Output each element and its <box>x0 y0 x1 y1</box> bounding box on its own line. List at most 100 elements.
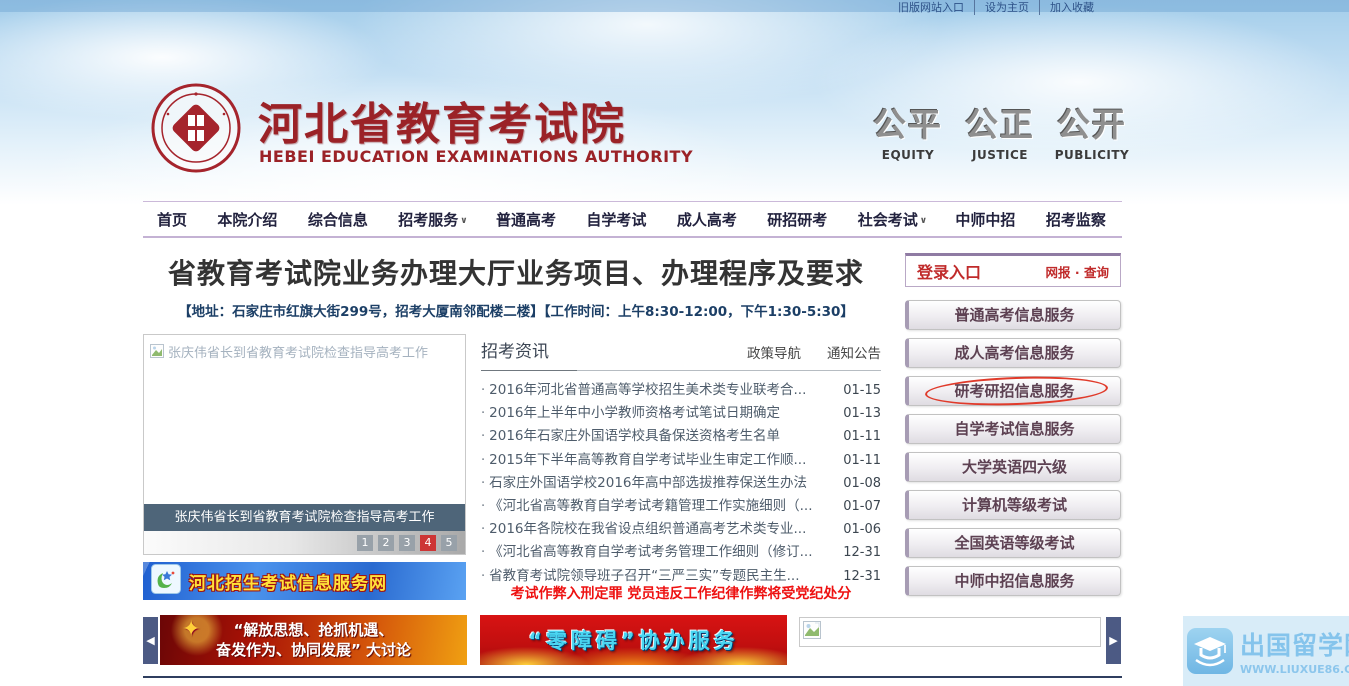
news-date: 12-31 <box>843 545 881 560</box>
news-date: 01-11 <box>843 429 881 444</box>
value-item: 公平 EQUITY <box>870 98 946 162</box>
broken-image-icon <box>803 624 821 643</box>
news-tabs: 招考资讯 政策导航 通知公告 <box>481 337 881 371</box>
top-strip <box>0 0 1349 12</box>
news-title-link[interactable]: 2016年各院校在我省设点组织普通高考艺术类专业... <box>489 517 833 537</box>
value-item: 公正 JUSTICE <box>962 98 1038 162</box>
tab-link[interactable]: 政策导航 <box>747 346 801 362</box>
topbar-link[interactable]: 设为主页 <box>975 0 1040 15</box>
banner-next-button[interactable]: ▶ <box>1106 617 1121 664</box>
value-item: 公开 PUBLICITY <box>1054 98 1130 162</box>
nav-item[interactable]: 首页 <box>157 209 189 230</box>
sidebar-service-button[interactable]: 自学考试信息服务 <box>905 414 1121 444</box>
news-date: 01-13 <box>843 406 881 421</box>
carousel-pager: 12345 <box>144 531 465 554</box>
news-row: · 2016年石家庄外国语学校具备保送资格考生名单 01-11 <box>481 424 881 447</box>
sidebar-service-button[interactable]: 研考研招信息服务 <box>905 376 1121 406</box>
news-row: · 石家庄外国语学校2016年高中部选拔推荐保送生办法 01-08 <box>481 471 881 494</box>
sidebar-buttons: 普通高考信息服务 成人高考信息服务 研考研招信息服务 自学考试信息服务 大学英语… <box>905 300 1121 596</box>
anti-cheating-warning: 考试作弊入刑定罪 党员违反工作纪律作弊将受党纪处分 <box>481 583 881 603</box>
banner-prev-button[interactable]: ◀ <box>143 617 158 664</box>
news-panel: 招考资讯 政策导航 通知公告 · 2016年河北省普通高等学校招生美术类专业联考合… <box>481 337 881 587</box>
hebeeb-logo <box>151 564 181 598</box>
tab-link[interactable]: 通知公告 <box>827 346 881 362</box>
carousel-page-button[interactable]: 4 <box>420 535 436 551</box>
site-seal-logo <box>150 82 242 174</box>
news-row: · 2016年河北省普通高等学校招生美术类专业联考合... 01-15 <box>481 378 881 401</box>
news-row: · 《河北省高等教育自学考试考务管理工作细则（修订... 12-31 <box>481 540 881 563</box>
banner1-line1: “解放思想、抢抓机遇、 <box>234 620 394 640</box>
service-site-title: 河北招生考试信息服务网 <box>189 569 387 594</box>
news-date: 01-08 <box>843 476 881 491</box>
watermark-url: WWW.LIUXUE86.COM <box>1240 663 1349 676</box>
nav-item[interactable]: 中师中招 <box>955 209 1017 230</box>
nav-item[interactable]: 本院介绍 <box>217 209 279 230</box>
carousel-page-button[interactable]: 5 <box>441 535 457 551</box>
carousel-broken-image[interactable]: 张庆伟省长到省教育考试院检查指导高考工作 <box>144 335 465 369</box>
main-nav: 首页 本院介绍 综合信息 招考服务∨ 普通高考 自学考试 成人高考 研招研考 社… <box>143 201 1122 238</box>
nav-item[interactable]: 研招研考 <box>767 209 829 230</box>
broken-image-icon <box>150 343 164 362</box>
bullet-icon: · <box>481 569 485 584</box>
nav-item[interactable]: 成人高考 <box>677 209 739 230</box>
nav-item[interactable]: 招考服务∨ <box>398 209 467 230</box>
nav-item[interactable]: 招考监察 <box>1046 209 1108 230</box>
bottom-divider <box>143 676 1122 678</box>
news-title-link[interactable]: 2016年河北省普通高等学校招生美术类专业联考合... <box>489 378 833 398</box>
sidebar-service-button[interactable]: 成人高考信息服务 <box>905 338 1121 368</box>
sidebar-service-button[interactable]: 大学英语四六级 <box>905 452 1121 482</box>
graduation-cap-icon <box>1187 628 1233 674</box>
carousel-caption[interactable]: 张庆伟省长到省教育考试院检查指导高考工作 <box>144 504 465 531</box>
carousel-page-button[interactable]: 3 <box>399 535 415 551</box>
notice-title-link[interactable]: 省教育考试院业务办理大厅业务项目、办理程序及要求 <box>150 252 882 292</box>
news-date: 01-06 <box>843 522 881 537</box>
news-title-link[interactable]: 2016年上半年中小学教师资格考试笔试日期确定 <box>489 401 833 421</box>
news-title-link[interactable]: 2016年石家庄外国语学校具备保送资格考生名单 <box>489 424 833 444</box>
news-title-link[interactable]: 《河北省高等教育自学考试考籍管理工作实施细则（... <box>489 494 833 514</box>
notice-subtitle: 【地址：石家庄市红旗大街299号，招考大厦南邻配楼二楼】【工作时间：上午8:30… <box>150 300 882 320</box>
topbar-links: 旧版网站入口设为主页加入收藏 <box>888 0 1104 13</box>
news-title-link[interactable]: 《河北省高等教育自学考试考务管理工作细则（修订... <box>489 540 833 560</box>
bullet-icon: · <box>481 476 485 491</box>
sidebar-service-button[interactable]: 全国英语等级考试 <box>905 528 1121 558</box>
news-title-link[interactable]: 省教育考试院领导班子召开“三严三实”专题民主生... <box>489 564 833 584</box>
sidebar-service-button[interactable]: 中师中招信息服务 <box>905 566 1121 596</box>
value-en-text: JUSTICE <box>962 148 1038 162</box>
chevron-down-icon: ∨ <box>460 216 467 226</box>
chevron-down-icon: ∨ <box>920 216 927 226</box>
site-subtitle: HEBEI EDUCATION EXAMINATIONS AUTHORITY <box>259 147 689 166</box>
sidebar-service-button[interactable]: 计算机等级考试 <box>905 490 1121 520</box>
topbar-link[interactable]: 旧版网站入口 <box>888 0 975 15</box>
login-entry-link[interactable]: 登录入口 <box>917 259 981 283</box>
news-row: · 《河北省高等教育自学考试考籍管理工作实施细则（... 01-07 <box>481 494 881 517</box>
news-title-link[interactable]: 石家庄外国语学校2016年高中部选拔推荐保送生办法 <box>489 471 833 491</box>
news-date: 12-31 <box>843 569 881 584</box>
promo-banner-discussion[interactable]: ✦ “解放思想、抢抓机遇、 奋发作为、协同发展” 大讨论 <box>160 615 467 665</box>
promo-banner-zero-obstacle[interactable]: “零障碍”协办服务 <box>480 615 787 665</box>
topbar-link[interactable]: 加入收藏 <box>1040 0 1104 15</box>
nav-item[interactable]: 社会考试∨ <box>858 209 927 230</box>
report-query-links[interactable]: 网报 · 查询 <box>1046 262 1109 281</box>
news-tab-links: 政策导航 通知公告 <box>721 342 881 362</box>
sidebar-service-button[interactable]: 普通高考信息服务 <box>905 300 1121 330</box>
nav-item[interactable]: 普通高考 <box>496 209 558 230</box>
nav-item[interactable]: 自学考试 <box>586 209 648 230</box>
service-site-banner[interactable]: 河北招生考试信息服务网 <box>143 562 466 600</box>
banner2-text: “零障碍”协办服务 <box>528 625 739 655</box>
bullet-icon: · <box>481 406 485 421</box>
news-row: · 2015年下半年高等教育自学考试毕业生审定工作顺... 01-11 <box>481 448 881 471</box>
carousel-page-button[interactable]: 1 <box>357 535 373 551</box>
news-row: · 2016年各院校在我省设点组织普通高考艺术类专业... 01-06 <box>481 517 881 540</box>
news-row: · 2016年上半年中小学教师资格考试笔试日期确定 01-13 <box>481 401 881 424</box>
photo-carousel: 张庆伟省长到省教育考试院检查指导高考工作 张庆伟省长到省教育考试院检查指导高考工… <box>143 334 466 555</box>
promo-banner-broken[interactable] <box>799 617 1101 647</box>
liuxue86-watermark: 出国留学网 WWW.LIUXUE86.COM <box>1183 616 1349 686</box>
news-title-link[interactable]: 2015年下半年高等教育自学考试毕业生审定工作顺... <box>489 448 833 468</box>
value-cn-text: 公平 <box>870 98 946 146</box>
news-date: 01-07 <box>843 499 881 514</box>
nav-item[interactable]: 综合信息 <box>308 209 370 230</box>
login-entry-box: 登录入口 网报 · 查询 <box>905 253 1121 287</box>
value-cn-text: 公开 <box>1054 98 1130 146</box>
carousel-page-button[interactable]: 2 <box>378 535 394 551</box>
tab-zhaokao-zixun[interactable]: 招考资讯 <box>481 337 549 362</box>
